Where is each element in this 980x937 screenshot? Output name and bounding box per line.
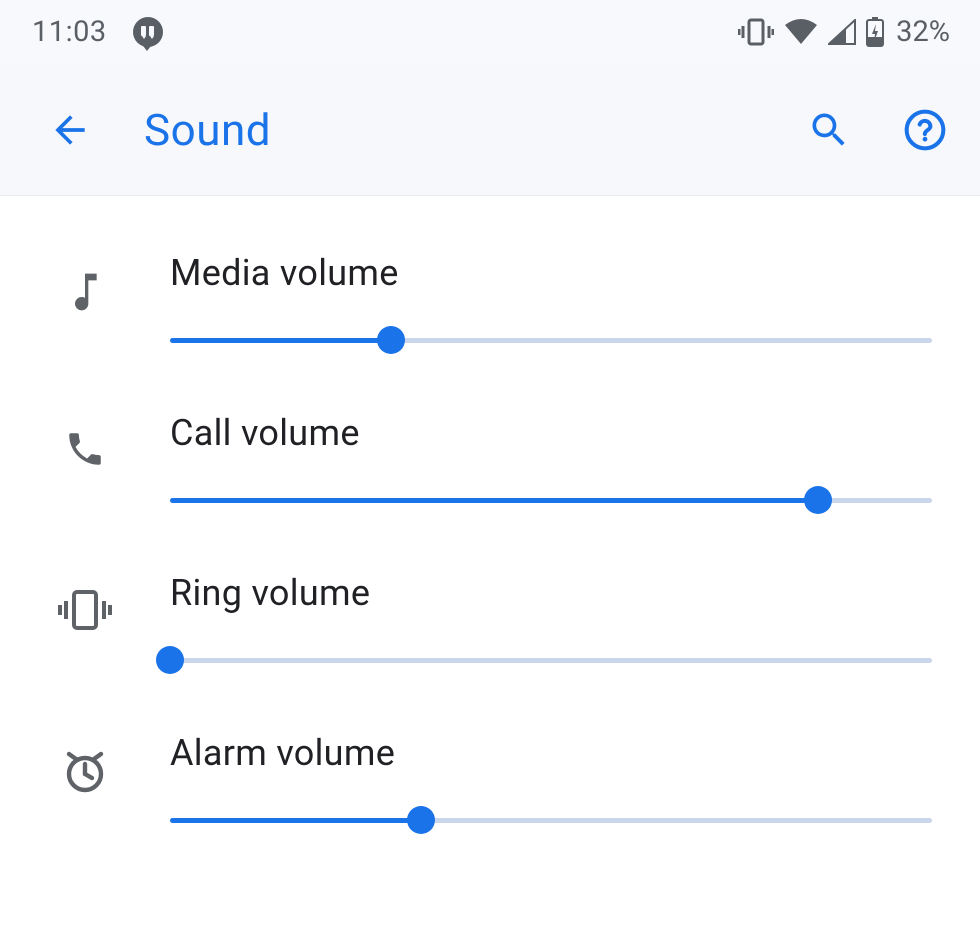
media-volume-label: Media volume — [170, 252, 932, 294]
back-button[interactable] — [38, 98, 102, 162]
battery-percent: 32% — [896, 15, 950, 49]
battery-charging-icon — [866, 17, 884, 47]
search-button[interactable] — [804, 105, 854, 155]
page-title: Sound — [144, 104, 804, 156]
phone-icon — [0, 410, 170, 470]
cell-signal-icon — [828, 19, 856, 45]
alarm-volume-label: Alarm volume — [170, 732, 932, 774]
call-volume-row: Call volume — [0, 386, 980, 546]
arrow-back-icon — [48, 108, 92, 152]
hangouts-icon — [133, 17, 163, 47]
ring-volume-row: Ring volume — [0, 546, 980, 706]
status-left: 11:03 — [32, 15, 163, 49]
app-bar: Sound — [0, 64, 980, 196]
app-bar-actions — [804, 105, 950, 155]
call-volume-label: Call volume — [170, 412, 932, 454]
vibrate-mode-icon — [738, 18, 774, 46]
call-volume-slider[interactable] — [170, 484, 932, 516]
alarm-volume-row: Alarm volume — [0, 706, 980, 866]
alarm-clock-icon — [0, 730, 170, 796]
ring-volume-label: Ring volume — [170, 572, 932, 614]
status-right: 32% — [738, 15, 950, 49]
wifi-icon — [784, 19, 818, 45]
media-volume-slider[interactable] — [170, 324, 932, 356]
help-button[interactable] — [900, 105, 950, 155]
search-icon — [807, 108, 851, 152]
alarm-volume-slider[interactable] — [170, 804, 932, 836]
sound-settings: Media volume Call volume — [0, 196, 980, 866]
media-volume-row: Media volume — [0, 226, 980, 386]
status-bar: 11:03 — [0, 0, 980, 64]
ring-volume-slider[interactable] — [170, 644, 932, 676]
music-note-icon — [0, 250, 170, 316]
help-icon — [903, 108, 947, 152]
status-clock: 11:03 — [32, 15, 107, 49]
phone-vibrate-icon — [0, 570, 170, 632]
